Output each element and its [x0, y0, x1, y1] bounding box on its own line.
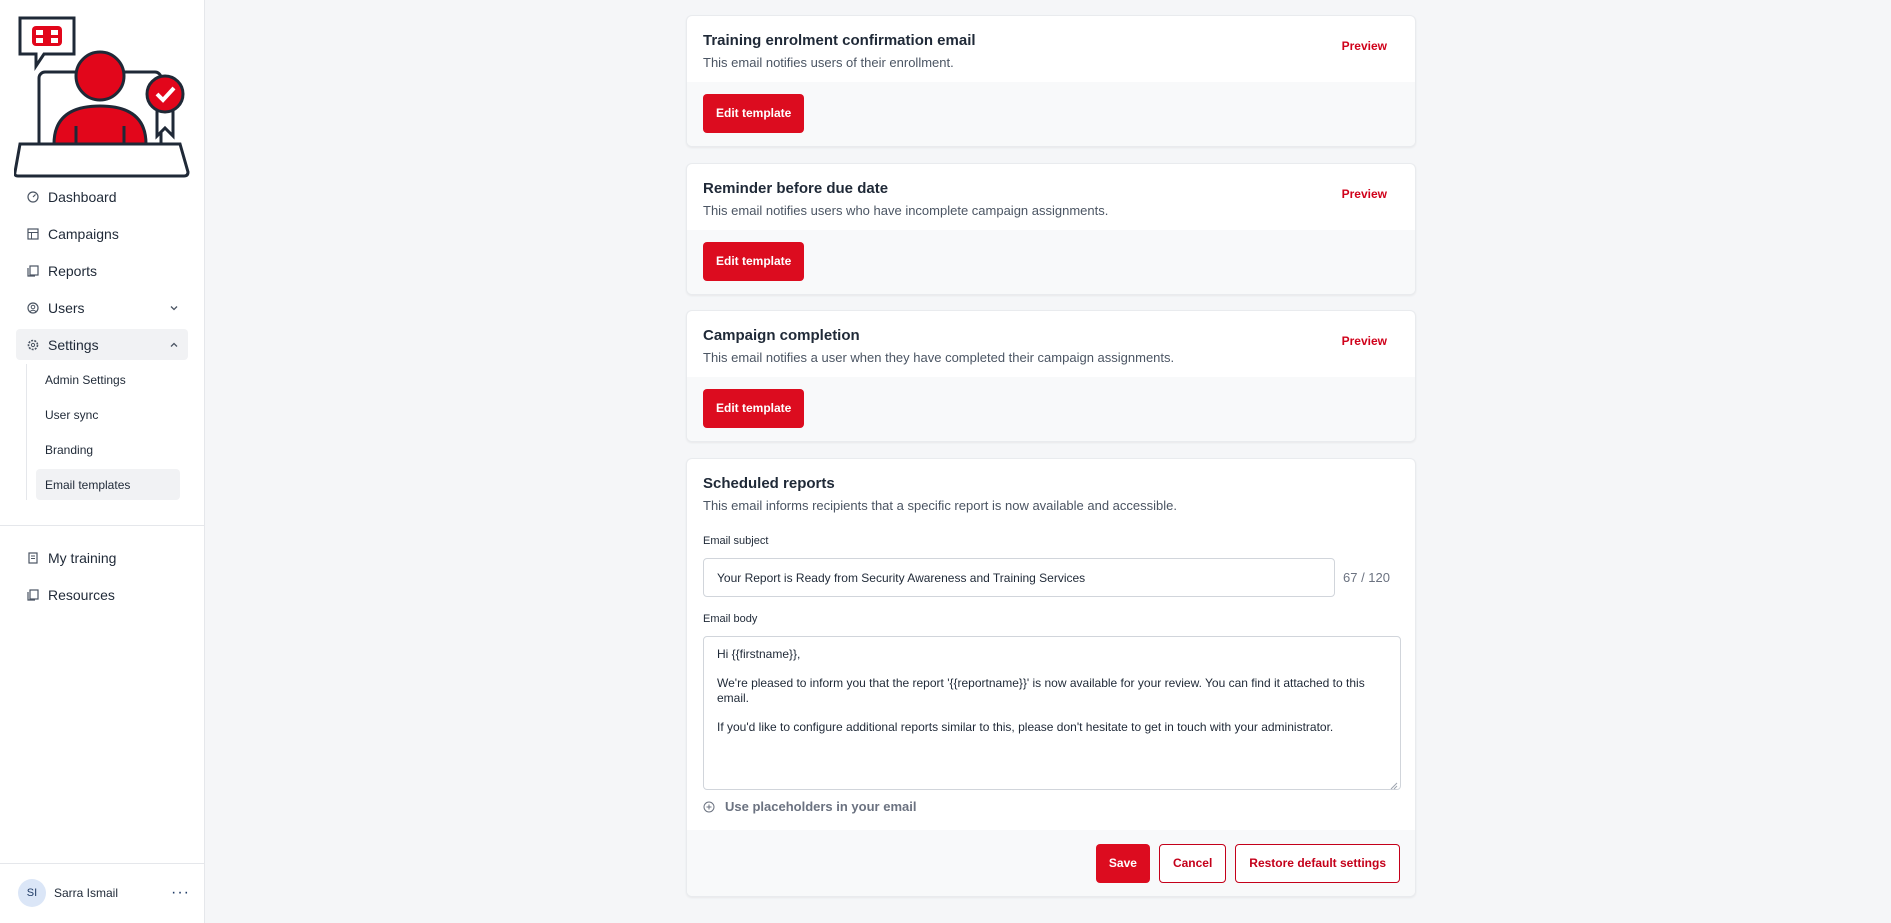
email-subject-label: Email subject — [703, 535, 769, 547]
sidebar-item-label: My training — [48, 549, 117, 566]
user-divider — [0, 863, 204, 864]
save-button[interactable]: Save — [1095, 843, 1150, 883]
dashboard-icon — [26, 190, 40, 204]
edit-template-button[interactable]: Edit template — [703, 94, 805, 133]
card-description: This email notifies users of their enrol… — [703, 55, 954, 70]
card-title: Scheduled reports — [703, 475, 835, 492]
resize-handle-icon[interactable] — [1390, 779, 1398, 790]
main-nav: Dashboard Campaigns Reports Users Settin… — [16, 181, 188, 504]
preview-link[interactable]: Preview — [1342, 334, 1387, 348]
email-template-card: Campaign completion This email notifies … — [686, 310, 1416, 442]
card-title: Campaign completion — [703, 327, 860, 344]
reports-icon — [26, 264, 40, 278]
user-profile[interactable]: SI Sarra Ismail ··· — [18, 878, 190, 908]
sidebar-item-label: Dashboard — [48, 188, 117, 205]
campaigns-icon — [26, 227, 40, 241]
sidebar-subitem-user-sync[interactable]: User sync — [36, 399, 180, 430]
gear-icon — [26, 338, 40, 352]
settings-subnav: Admin Settings User sync Branding Email … — [26, 364, 188, 500]
edit-template-button[interactable]: Edit template — [703, 242, 805, 281]
scheduled-reports-card: Scheduled reports This email informs rec… — [686, 458, 1416, 897]
email-subject-input[interactable]: Your Report is Ready from Security Aware… — [703, 558, 1335, 597]
app-logo — [13, 14, 190, 182]
training-icon — [26, 551, 40, 565]
resources-icon — [26, 588, 40, 602]
sidebar-item-label: Users — [48, 299, 85, 316]
sidebar-subitem-admin-settings[interactable]: Admin Settings — [36, 364, 180, 395]
restore-defaults-button[interactable]: Restore default settings — [1235, 843, 1400, 883]
placeholders-label: Use placeholders in your email — [725, 799, 917, 814]
email-template-card: Training enrolment confirmation email Th… — [686, 15, 1416, 147]
secondary-nav: My training Resources — [16, 542, 188, 616]
card-description: This email informs recipients that a spe… — [703, 498, 1177, 513]
chevron-up-icon[interactable] — [168, 339, 180, 351]
use-placeholders-toggle[interactable]: Use placeholders in your email — [703, 799, 1399, 814]
body-line: If you'd like to configure additional re… — [717, 720, 1334, 734]
preview-link[interactable]: Preview — [1342, 187, 1387, 201]
sidebar-item-dashboard[interactable]: Dashboard — [16, 181, 188, 212]
sidebar-item-resources[interactable]: Resources — [16, 579, 188, 610]
sidebar-item-users[interactable]: Users — [16, 292, 188, 323]
card-title: Reminder before due date — [703, 180, 889, 197]
sidebar-subitem-email-templates[interactable]: Email templates — [36, 469, 180, 500]
users-icon — [26, 301, 40, 315]
sidebar-item-label: Settings — [48, 336, 99, 353]
preview-link[interactable]: Preview — [1342, 39, 1387, 53]
sidebar-item-reports[interactable]: Reports — [16, 255, 188, 286]
user-name: Sarra Ismail — [54, 886, 119, 900]
card-description: This email notifies users who have incom… — [703, 203, 1109, 218]
sidebar-item-my-training[interactable]: My training — [16, 542, 188, 573]
sidebar-divider — [0, 525, 204, 526]
edit-template-button[interactable]: Edit template — [703, 389, 805, 428]
character-counter: 67 / 120 — [1343, 570, 1390, 585]
cancel-button[interactable]: Cancel — [1158, 843, 1227, 883]
body-line: Hi {{firstname}}, — [717, 647, 801, 661]
avatar: SI — [18, 879, 46, 907]
more-options-icon[interactable]: ··· — [171, 884, 190, 902]
sidebar-item-settings[interactable]: Settings — [16, 329, 188, 360]
sidebar-item-label: Campaigns — [48, 225, 119, 242]
card-description: This email notifies a user when they hav… — [703, 350, 1175, 365]
sidebar-subitem-branding[interactable]: Branding — [36, 434, 180, 465]
card-title: Training enrolment confirmation email — [703, 32, 976, 49]
email-template-card: Reminder before due date This email noti… — [686, 163, 1416, 295]
email-body-label: Email body — [703, 613, 758, 625]
sidebar-item-label: Resources — [48, 586, 115, 603]
plus-circle-icon — [703, 801, 715, 813]
body-line: We're pleased to inform you that the rep… — [717, 676, 1365, 705]
sidebar: Dashboard Campaigns Reports Users Settin… — [0, 0, 205, 923]
email-body-textarea[interactable]: Hi {{firstname}}, We're pleased to infor… — [703, 636, 1401, 790]
sidebar-item-campaigns[interactable]: Campaigns — [16, 218, 188, 249]
sidebar-item-label: Reports — [48, 262, 98, 279]
chevron-down-icon[interactable] — [168, 302, 180, 314]
